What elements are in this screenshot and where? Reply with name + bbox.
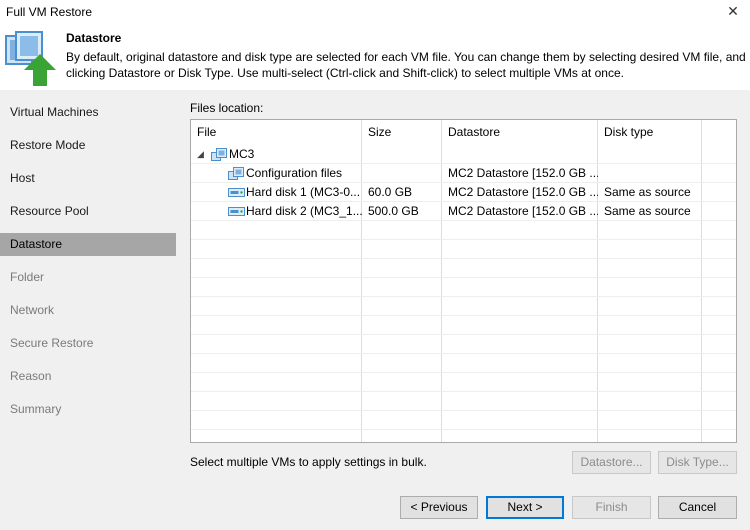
files-table[interactable]: File Size Datastore Disk type ◢ MC3 Conf… [190, 119, 737, 443]
sidebar-item-datastore[interactable]: Datastore [0, 233, 176, 256]
column-header-disk-type[interactable]: Disk type [598, 120, 702, 145]
file-size [362, 164, 442, 183]
sidebar-item-reason: Reason [10, 369, 52, 383]
cancel-button[interactable]: Cancel [658, 496, 737, 519]
collapse-arrow-icon[interactable]: ◢ [193, 145, 204, 164]
column-header-datastore[interactable]: Datastore [442, 120, 598, 145]
finish-button[interactable]: Finish [572, 496, 651, 519]
sidebar-item-virtual-machines[interactable]: Virtual Machines [0, 101, 176, 124]
sidebar-item-secure-restore: Secure Restore [10, 336, 94, 350]
files-location-label: Files location: [190, 101, 264, 115]
file-size: 500.0 GB [368, 204, 419, 218]
table-row[interactable]: Hard disk 2 (MC3_1... 500.0 GB MC2 Datas… [191, 202, 736, 221]
file-name: Hard disk 1 (MC3-0... [246, 185, 361, 199]
close-icon[interactable]: ✕ [724, 2, 742, 20]
sidebar-item-restore-mode[interactable]: Restore Mode [0, 134, 176, 157]
page-description: By default, original datastore and disk … [66, 50, 746, 80]
empty-row [191, 373, 736, 392]
column-header-size[interactable]: Size [362, 120, 442, 145]
empty-row [191, 316, 736, 335]
restore-arrow-icon [5, 31, 56, 86]
empty-row [191, 221, 736, 240]
wizard-steps-sidebar: Virtual Machines Restore Mode Host Resou… [0, 90, 176, 530]
file-disk-type: Same as source [604, 185, 691, 199]
file-datastore: MC2 Datastore [152.0 GB ... [448, 166, 598, 180]
empty-row [191, 392, 736, 411]
empty-row [191, 335, 736, 354]
file-name: Configuration files [246, 166, 343, 180]
empty-row [191, 240, 736, 259]
datastore-button[interactable]: Datastore... [572, 451, 651, 474]
empty-row [191, 278, 736, 297]
page-title: Datastore [66, 31, 122, 45]
file-datastore: MC2 Datastore [152.0 GB ... [448, 204, 598, 218]
file-disk-type [598, 164, 702, 183]
sidebar-item-folder: Folder [10, 270, 45, 284]
empty-row [191, 259, 736, 278]
bulk-settings-hint: Select multiple VMs to apply settings in… [190, 455, 427, 469]
sidebar-item-summary: Summary [10, 402, 62, 416]
table-row[interactable]: Hard disk 1 (MC3-0... 60.0 GB MC2 Datast… [191, 183, 736, 202]
file-name: Hard disk 2 (MC3_1... [246, 204, 362, 218]
previous-button[interactable]: < Previous [400, 496, 478, 519]
file-size: 60.0 GB [368, 185, 413, 199]
column-header-file[interactable]: File [191, 120, 362, 145]
full-vm-restore-window: Full VM Restore ✕ Datastore By default, … [0, 0, 750, 530]
table-row[interactable]: Configuration files MC2 Datastore [152.0… [191, 164, 736, 183]
file-disk-type: Same as source [604, 204, 691, 218]
empty-row [191, 354, 736, 373]
sidebar-item-resource-pool[interactable]: Resource Pool [0, 200, 176, 223]
file-datastore: MC2 Datastore [152.0 GB ... [448, 185, 598, 199]
sidebar-item-host[interactable]: Host [0, 167, 176, 190]
disk-type-button[interactable]: Disk Type... [658, 451, 737, 474]
table-row-vm[interactable]: ◢ MC3 [191, 145, 736, 164]
table-header: File Size Datastore Disk type [191, 120, 736, 145]
next-button[interactable]: Next > [486, 496, 564, 519]
sidebar-item-network: Network [10, 303, 55, 317]
vm-name: MC3 [229, 147, 255, 161]
window-title: Full VM Restore [6, 5, 93, 19]
step-header: Datastore By default, original datastore… [0, 24, 750, 90]
empty-row [191, 297, 736, 316]
content-panel: Files location: File Size Datastore Disk… [176, 90, 750, 530]
empty-row [191, 411, 736, 430]
title-bar: Full VM Restore ✕ [0, 0, 750, 24]
